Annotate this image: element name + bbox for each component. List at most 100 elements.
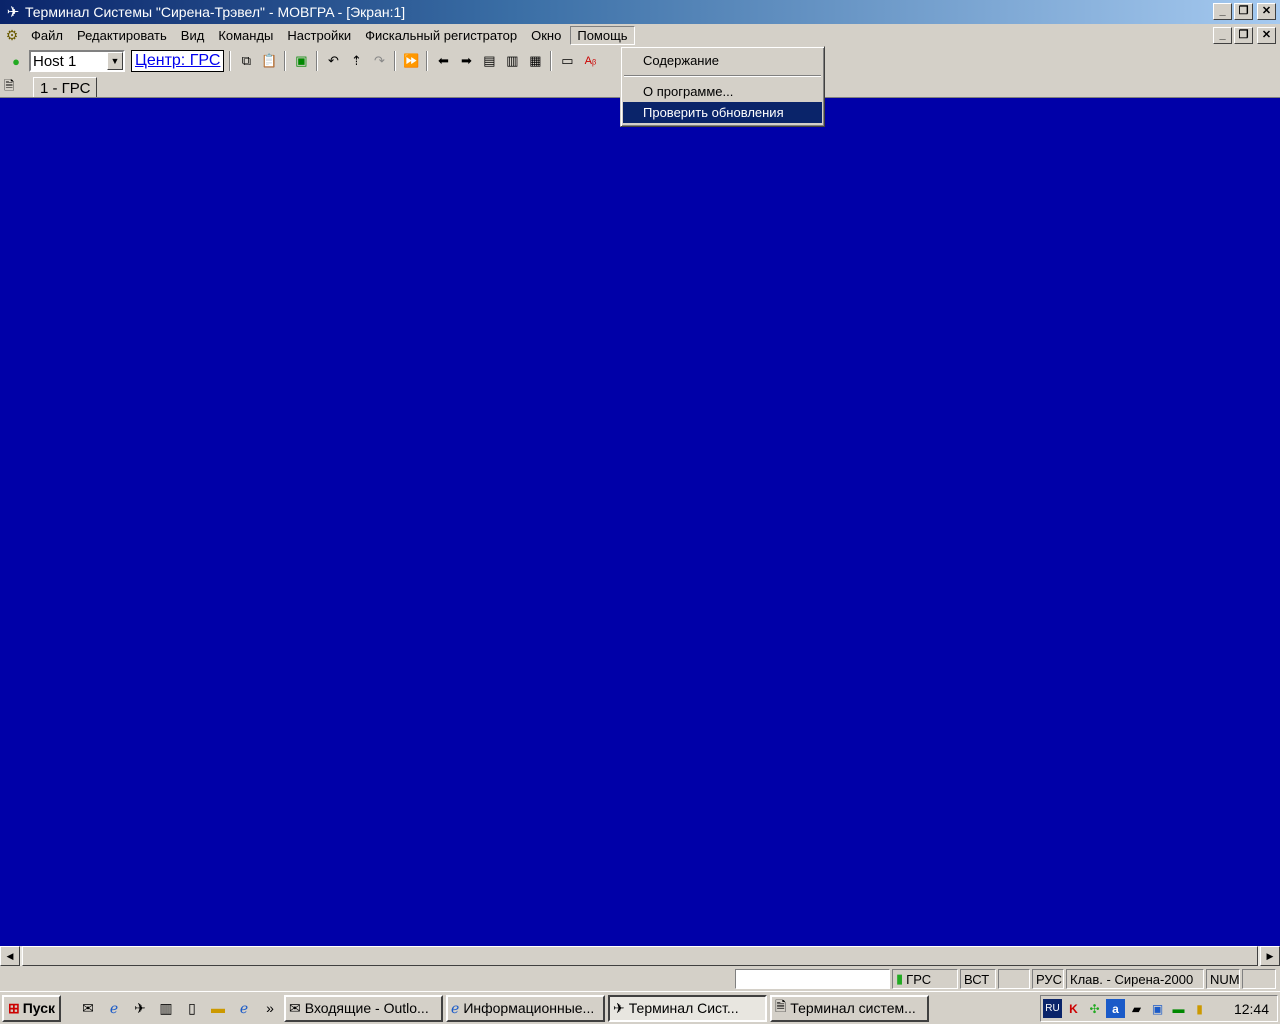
table-left-icon[interactable]: ▤ — [479, 51, 499, 71]
doc-minimize-button[interactable]: _ — [1213, 27, 1232, 44]
airplane-icon: ✈ — [6, 4, 20, 21]
spellcheck-icon[interactable]: Aᵦ — [580, 51, 600, 71]
language-indicator[interactable]: RU — [1043, 999, 1062, 1018]
menu-edit[interactable]: Редактировать — [70, 26, 174, 45]
toolbar-separator — [229, 51, 232, 71]
traffic-light-icon: ▮ — [896, 971, 904, 986]
outlook-icon[interactable]: ✉ — [77, 997, 99, 1019]
redo-icon[interactable]: ↷ — [369, 51, 389, 71]
scroll-thumb[interactable] — [22, 946, 1258, 966]
status-empty — [998, 969, 1030, 989]
task-terminal-active[interactable]: ✈ Терминал Сист... — [608, 994, 768, 1022]
connection-icon[interactable]: ▰ — [1127, 999, 1146, 1018]
network-icon[interactable]: ✣ — [1085, 999, 1104, 1018]
menu-commands[interactable]: Команды — [211, 26, 280, 45]
help-dropdown-menu: Содержание О программе... Проверить обно… — [620, 46, 825, 127]
menu-item-check-updates[interactable]: Проверить обновления — [623, 102, 822, 123]
notes-icon[interactable]: ▮ — [1190, 999, 1209, 1018]
toolbar-separator — [394, 51, 397, 71]
menu-file[interactable]: Файл — [24, 26, 70, 45]
window-title: Терминал Системы "Сирена-Трэвел" - MOBГP… — [25, 4, 406, 20]
host-select[interactable]: Host 1 ▼ — [29, 50, 125, 72]
kaspersky-icon[interactable]: K — [1064, 999, 1083, 1018]
outlook-icon: ✉ — [289, 999, 301, 1016]
start-button[interactable]: ⊞ Пуск — [2, 994, 62, 1022]
taskbar: ⊞ Пуск ✉ ℯ ✈ ▥ ▯ ▬ ℯ » ✉ Входящие - Outl… — [0, 991, 1280, 1024]
scroll-left-button[interactable]: ◀ — [0, 946, 20, 966]
task-label: Терминал Сист... — [628, 1000, 739, 1016]
menu-bar: ⚙ Файл Редактировать Вид Команды Настрой… — [0, 24, 1280, 47]
windows-logo-icon: ⊞ — [8, 999, 20, 1016]
status-extra — [1242, 969, 1276, 989]
terminal-screen[interactable] — [0, 97, 1280, 947]
menu-settings[interactable]: Настройки — [280, 26, 358, 45]
status-lang: РУС — [1032, 969, 1064, 989]
scroll-right-button[interactable]: ▶ — [1260, 946, 1280, 966]
toolbar-separator — [550, 51, 553, 71]
quick-launch: ✉ ℯ ✈ ▥ ▯ ▬ ℯ » — [77, 997, 281, 1019]
task-label: Входящие - Outlo... — [304, 1000, 429, 1016]
arrow-right-icon[interactable]: ➡ — [456, 51, 476, 71]
chevron-down-icon[interactable]: ▼ — [107, 52, 123, 70]
menu-item-about[interactable]: О программе... — [623, 81, 822, 102]
system-tray: RU K ✣ a ▰ ▣ ▬ ▮ 12:44 — [1040, 995, 1278, 1022]
restore-button[interactable]: ❐ — [1234, 3, 1253, 20]
task-label: Информационные... — [463, 1000, 595, 1016]
browser-icon[interactable]: ℯ — [233, 997, 255, 1019]
paste-icon[interactable]: 📋 — [259, 51, 279, 71]
task-info[interactable]: ℯ Информационные... — [446, 994, 606, 1022]
airplane-icon[interactable]: ✈ — [129, 997, 151, 1019]
table-right-icon[interactable]: ▥ — [502, 51, 522, 71]
card-icon[interactable]: ▬ — [1169, 999, 1188, 1018]
new-screen-icon[interactable]: 🗎 — [4, 77, 14, 99]
document-icon: 🗎 — [775, 998, 787, 1014]
window-controls: _ ❐ ✕ — [1213, 3, 1276, 20]
menu-view[interactable]: Вид — [174, 26, 212, 45]
status-bar: ▮ ГРС ВСТ РУС Клав. - Сирена-2000 NUM — [0, 968, 1280, 990]
monitor-icon[interactable]: ▣ — [1148, 999, 1167, 1018]
title-bar[interactable]: ✈ Терминал Системы "Сирена-Трэвел" - MOB… — [0, 0, 1280, 24]
arrow-left-icon[interactable]: ⬅ — [433, 51, 453, 71]
horizontal-scrollbar[interactable]: ◀ ▶ — [0, 946, 1280, 966]
system-menu-icon[interactable]: ⚙ — [0, 25, 24, 47]
close-button[interactable]: ✕ — [1257, 3, 1276, 20]
menu-item-contents[interactable]: Содержание — [623, 50, 822, 71]
menu-fiscal-registrar[interactable]: Фискальный регистратор — [358, 26, 524, 45]
start-label: Пуск — [22, 1000, 56, 1016]
ie-icon: ℯ — [451, 999, 460, 1016]
upload-icon[interactable]: ⇡ — [346, 51, 366, 71]
task-label: Терминал систем... — [790, 1000, 916, 1016]
server-icon[interactable]: ▥ — [155, 997, 177, 1019]
send-icon[interactable]: ⏩ — [401, 51, 421, 71]
more-chevron-icon[interactable]: » — [259, 997, 281, 1019]
document-window-controls: _ ❐ ✕ — [1213, 27, 1276, 44]
tab-screen-1[interactable]: 1 - ГРС — [33, 77, 98, 99]
toolbar-separator — [316, 51, 319, 71]
antivirus-icon[interactable]: a — [1106, 999, 1125, 1018]
folder-icon[interactable]: ▬ — [207, 997, 229, 1019]
menu-help[interactable]: Помощь — [570, 26, 635, 45]
ie-icon[interactable]: ℯ — [103, 997, 125, 1019]
screen-icon[interactable]: ▣ — [291, 51, 311, 71]
building-icon[interactable]: ▦ — [525, 51, 545, 71]
status-input-field — [735, 969, 890, 989]
airplane-icon: ✈ — [613, 999, 625, 1016]
window-icon[interactable]: ▭ — [557, 51, 577, 71]
status-num: NUM — [1206, 969, 1240, 989]
menu-window[interactable]: Окно — [524, 26, 568, 45]
host-select-value: Host 1 — [33, 52, 77, 70]
center-indicator[interactable]: Центр: ГРС — [131, 50, 225, 72]
doc-restore-button[interactable]: ❐ — [1234, 27, 1253, 44]
doc-close-button[interactable]: ✕ — [1257, 27, 1276, 44]
document-icon[interactable]: ▯ — [181, 997, 203, 1019]
minimize-button[interactable]: _ — [1213, 3, 1232, 20]
copy-icon[interactable]: ⧉ — [236, 51, 256, 71]
status-connection: ▮ ГРС — [892, 969, 958, 989]
task-outlook[interactable]: ✉ Входящие - Outlo... — [284, 994, 444, 1022]
traffic-light-icon[interactable]: ● — [6, 51, 26, 71]
toolbar-separator — [284, 51, 287, 71]
task-terminal-2[interactable]: 🗎 Терминал систем... — [770, 994, 930, 1022]
status-mode: ВСТ — [960, 969, 996, 989]
toolbar-separator — [426, 51, 429, 71]
undo-icon[interactable]: ↶ — [323, 51, 343, 71]
